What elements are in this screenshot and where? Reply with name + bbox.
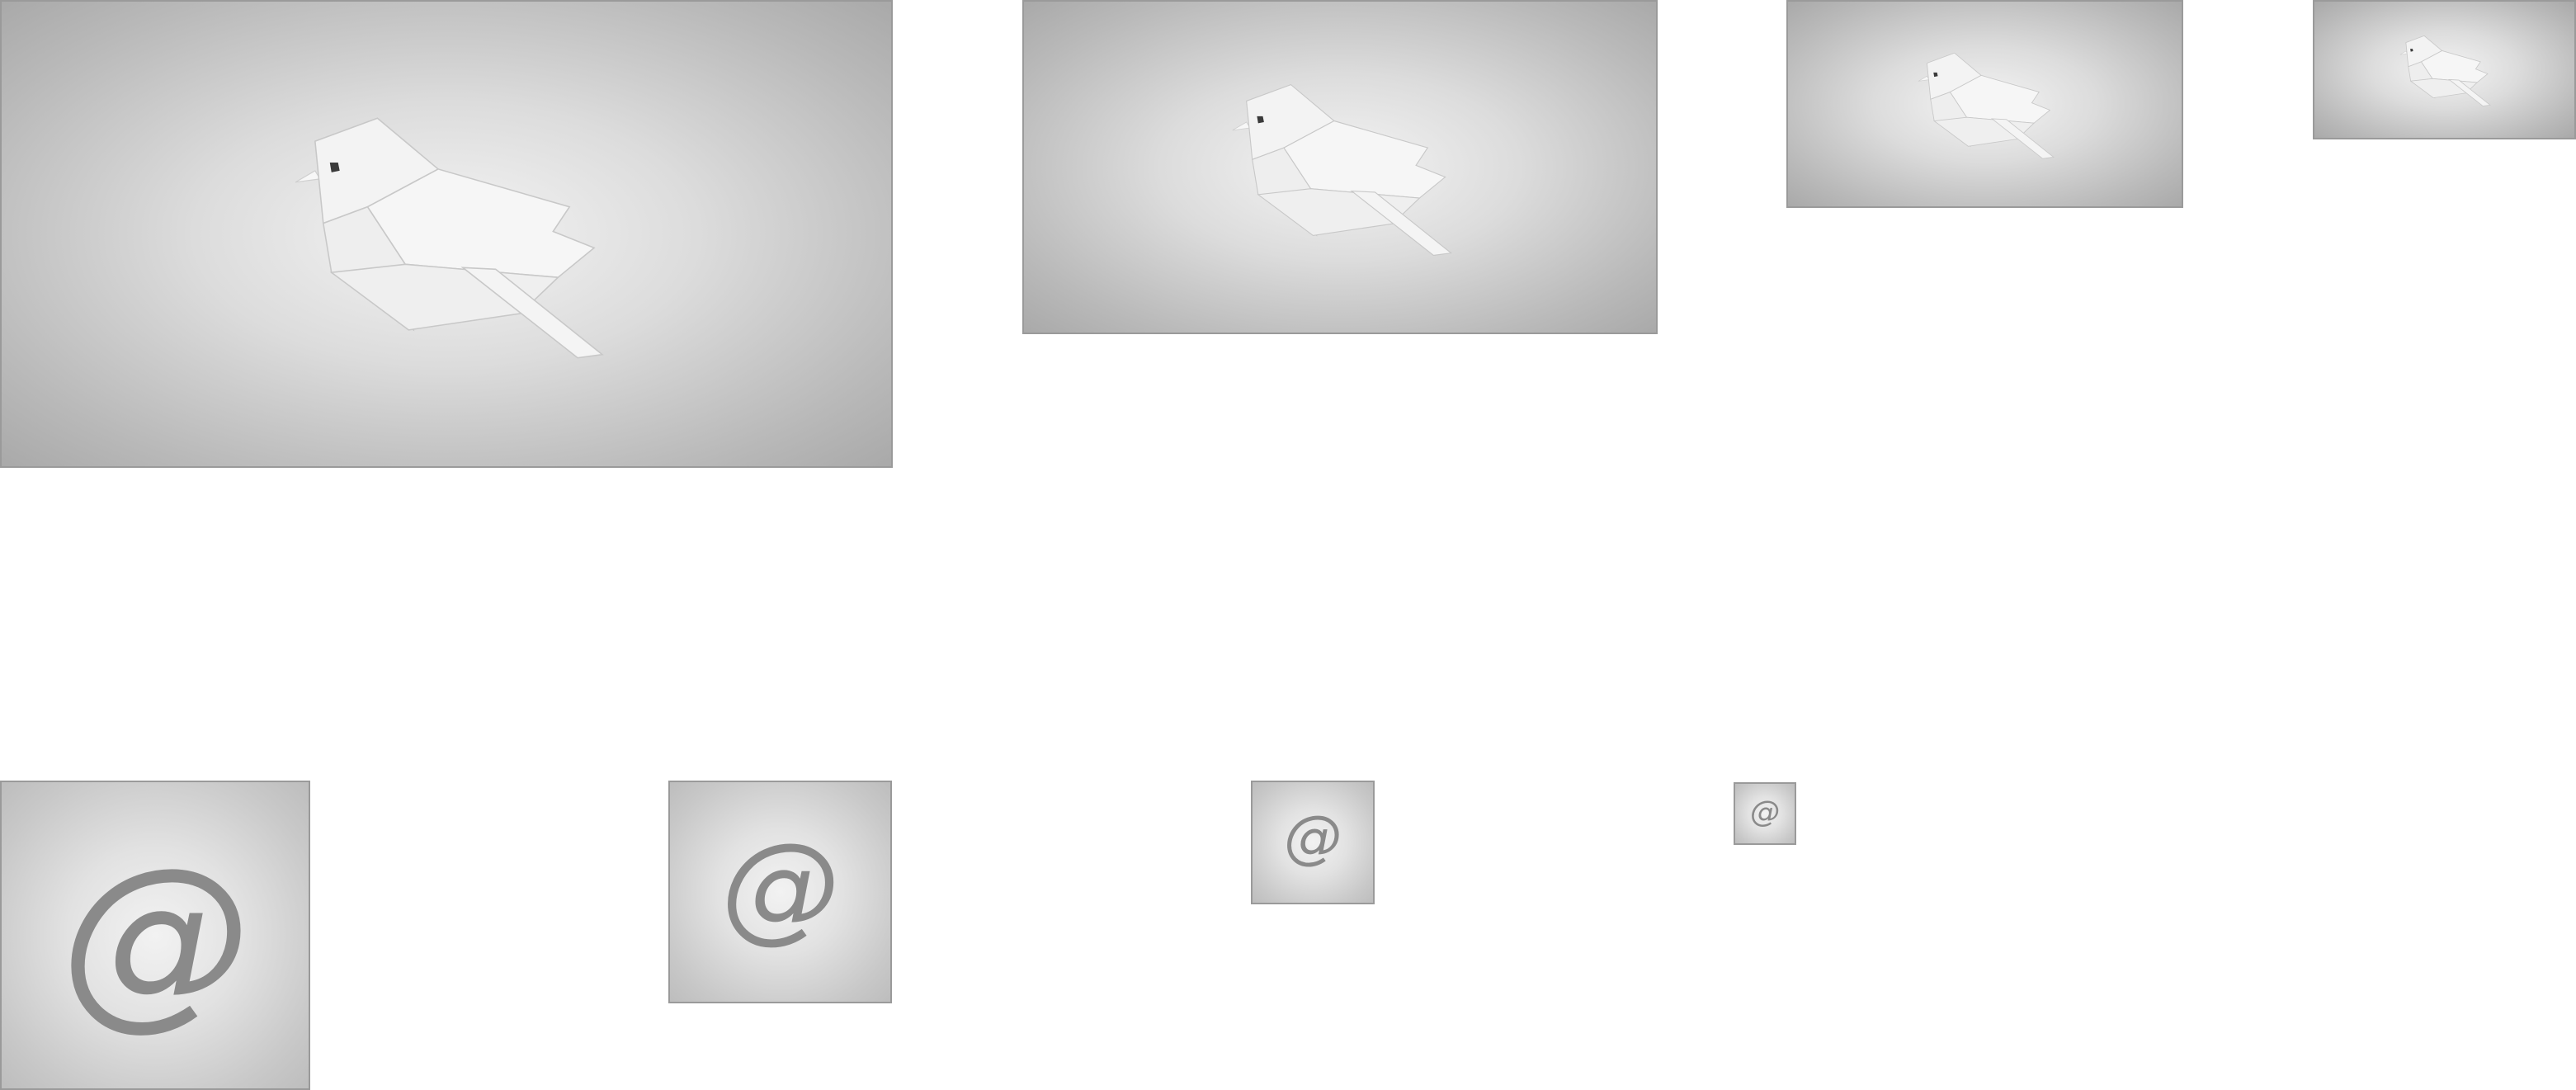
origami-bird-icon xyxy=(1232,83,1453,257)
at-sign-tile-large[interactable]: @ xyxy=(0,781,310,1090)
origami-bird-icon xyxy=(2399,35,2491,106)
at-sign-tile-medium[interactable]: @ xyxy=(668,781,892,1003)
bird-tile-small[interactable] xyxy=(1786,0,2183,208)
at-sign-glyph: @ xyxy=(60,827,250,1048)
bird-tile-tiny[interactable] xyxy=(2313,0,2576,139)
at-sign-icon: @ xyxy=(721,818,840,956)
origami-bird-icon xyxy=(295,117,604,359)
bird-tile-medium[interactable] xyxy=(1022,0,1658,334)
bird-tile-large[interactable] xyxy=(0,0,893,468)
at-sign-icon: @ xyxy=(1750,795,1780,829)
at-sign-glyph: @ xyxy=(1284,804,1342,871)
at-sign-icon: @ xyxy=(60,827,250,1048)
origami-bird-icon xyxy=(1918,52,2055,159)
at-sign-tile-tiny[interactable]: @ xyxy=(1734,782,1796,845)
at-sign-glyph: @ xyxy=(1750,795,1780,829)
at-sign-icon: @ xyxy=(1284,804,1342,871)
at-sign-glyph: @ xyxy=(721,818,840,956)
at-sign-tile-small[interactable]: @ xyxy=(1251,781,1375,904)
